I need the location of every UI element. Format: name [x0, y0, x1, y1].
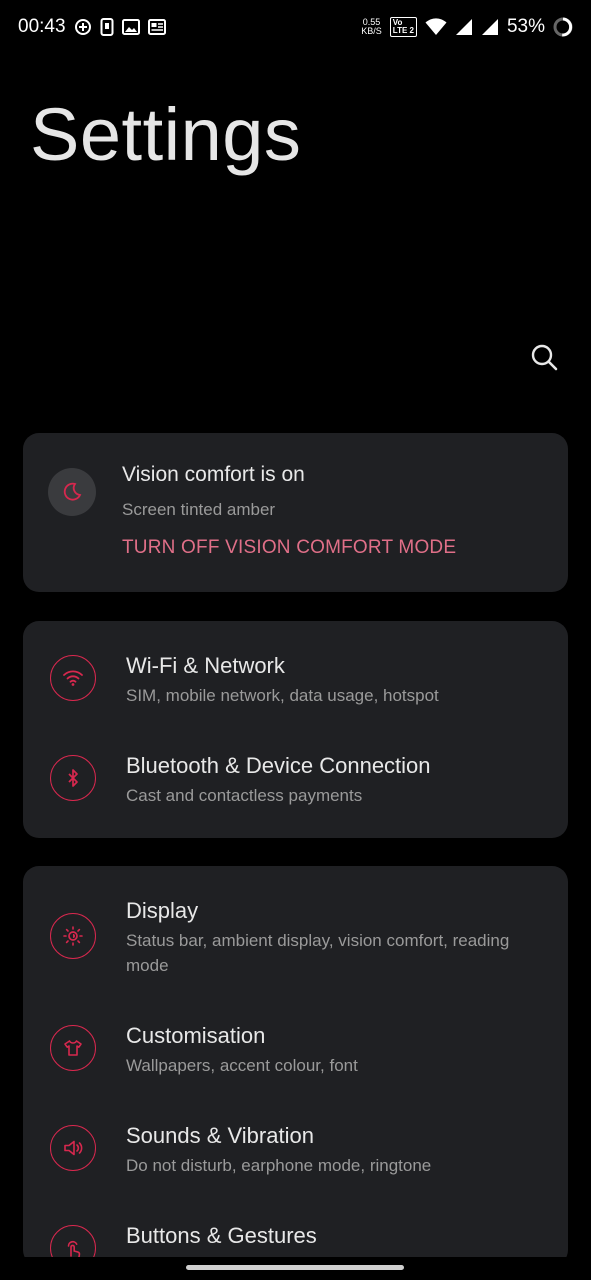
settings-item-wifi-network[interactable]: Wi-Fi & Network SIM, mobile network, dat… [23, 621, 568, 726]
news-icon [147, 19, 166, 35]
status-bar: 00:43 0.55 KB/S Vo LTE 2 53% [0, 0, 591, 54]
volte-badge: Vo LTE 2 [389, 17, 417, 37]
search-button[interactable] [528, 341, 560, 373]
volte-bottom: LTE 2 [392, 26, 414, 35]
tshirt-icon [50, 1025, 96, 1071]
item-title: Wi-Fi & Network [126, 653, 285, 678]
vision-comfort-card: Vision comfort is on Screen tinted amber… [23, 433, 568, 592]
item-title: Bluetooth & Device Connection [126, 753, 431, 778]
speaker-icon [50, 1125, 96, 1171]
gesture-nav-handle[interactable] [186, 1265, 404, 1270]
item-title: Buttons & Gestures [126, 1223, 317, 1248]
item-title: Sounds & Vibration [126, 1123, 314, 1148]
item-subtitle: Cast and contactless payments [126, 786, 363, 805]
item-subtitle: Status bar, ambient display, vision comf… [126, 931, 510, 975]
gallery-icon [121, 19, 140, 35]
signal-1-icon [455, 18, 473, 36]
item-title: Display [126, 898, 199, 923]
device-card: Display Status bar, ambient display, vis… [23, 866, 568, 1271]
item-subtitle: SIM, mobile network, data usage, hotspot [126, 686, 439, 705]
data-saver-icon [74, 18, 92, 36]
item-subtitle: Wallpapers, accent colour, font [126, 1056, 358, 1075]
settings-item-display[interactable]: Display Status bar, ambient display, vis… [23, 866, 568, 996]
battery-percent: 53% [506, 16, 545, 37]
brightness-icon [50, 913, 96, 959]
vision-comfort-subtitle: Screen tinted amber [122, 500, 276, 519]
moon-icon [48, 468, 96, 516]
settings-item-customisation[interactable]: Customisation Wallpapers, accent colour,… [23, 996, 568, 1096]
signal-2-icon [481, 18, 499, 36]
settings-item-sounds[interactable]: Sounds & Vibration Do not disturb, earph… [23, 1096, 568, 1196]
settings-item-bluetooth[interactable]: Bluetooth & Device Connection Cast and c… [23, 726, 568, 838]
network-card: Wi-Fi & Network SIM, mobile network, dat… [23, 621, 568, 838]
phone-icon [100, 18, 114, 36]
battery-icon [553, 17, 573, 37]
settings-item-buttons-gestures[interactable]: Buttons & Gestures [23, 1196, 568, 1271]
net-speed-unit: KB/S [361, 26, 382, 36]
search-icon [531, 344, 558, 371]
clock: 00:43 [18, 16, 66, 37]
net-speed: 0.55 KB/S [361, 18, 382, 36]
wifi-icon [50, 655, 96, 701]
item-subtitle: Do not disturb, earphone mode, ringtone [126, 1156, 432, 1175]
item-title: Customisation [126, 1023, 266, 1048]
page-title: Settings [30, 93, 302, 176]
wifi-status-icon [425, 18, 447, 36]
bluetooth-icon [50, 755, 96, 801]
turn-off-vision-comfort-button[interactable]: TURN OFF VISION COMFORT MODE [122, 537, 456, 559]
vision-comfort-title: Vision comfort is on [122, 463, 305, 486]
